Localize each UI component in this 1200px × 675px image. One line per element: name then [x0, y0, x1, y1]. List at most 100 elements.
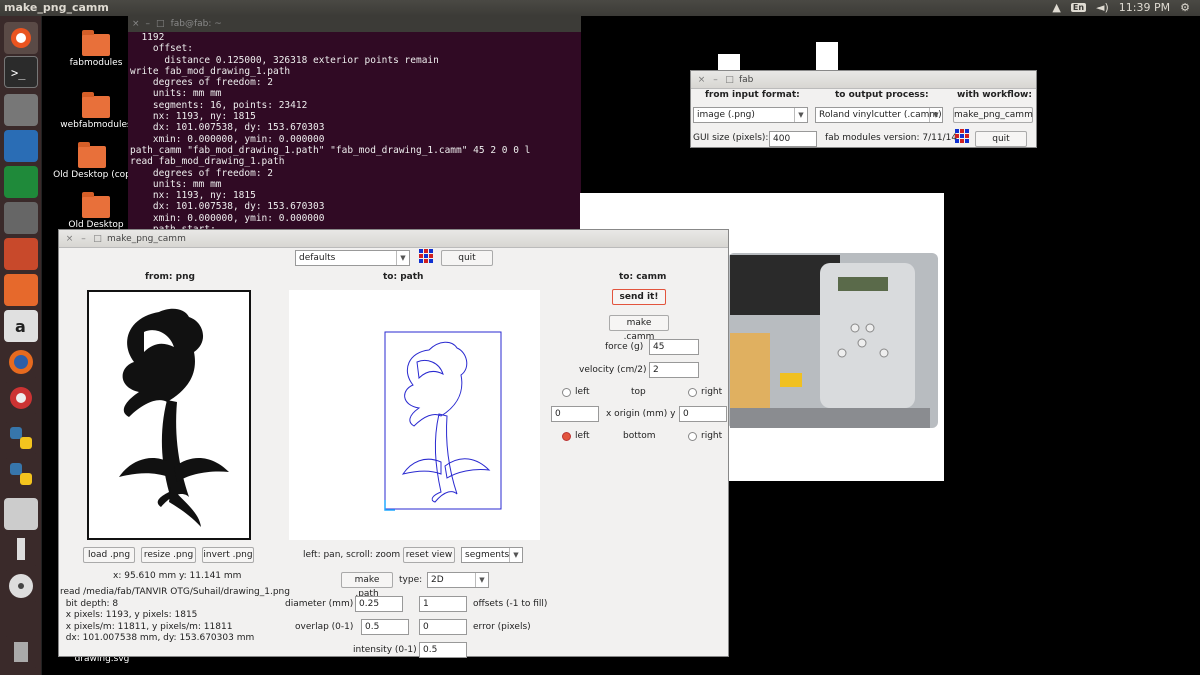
desktop-icon-old-desktop-copy[interactable]: Old Desktop (cop: [52, 142, 132, 180]
chevron-down-icon: ▼: [475, 573, 488, 587]
segments-select[interactable]: segments ▼: [461, 547, 523, 563]
send-it-button[interactable]: send it!: [612, 289, 666, 305]
gui-size-label: GUI size (pixels):: [693, 133, 769, 143]
gui-size-input[interactable]: 400: [769, 131, 817, 147]
maximize-icon[interactable]: □: [725, 75, 734, 85]
maximize-icon[interactable]: □: [93, 234, 102, 244]
minimize-icon[interactable]: –: [146, 19, 151, 29]
writer-icon[interactable]: [4, 130, 38, 162]
offsets-input[interactable]: 1: [419, 596, 467, 612]
keyboard-layout-badge[interactable]: En: [1070, 3, 1087, 12]
folder-icon: [82, 30, 110, 56]
cursor-coords: x: 95.610 mm y: 11.141 mm: [113, 571, 242, 581]
make-png-camm-window[interactable]: × – □ make_png_camm defaults ▼ quit from:…: [58, 229, 729, 658]
png-preview[interactable]: [87, 290, 251, 540]
to-camm-label: to: camm: [619, 272, 667, 282]
fab-logo-icon: [419, 249, 433, 263]
diameter-label: diameter (mm): [285, 599, 354, 609]
desktop-icon-old-desktop[interactable]: Old Desktop: [56, 192, 136, 230]
resize-png-button[interactable]: resize .png: [141, 547, 196, 563]
volume-icon[interactable]: ◄): [1096, 1, 1109, 14]
velocity-input[interactable]: 2: [649, 362, 699, 378]
settings-icon[interactable]: [4, 382, 38, 414]
x-origin-input[interactable]: 0: [551, 406, 599, 422]
folder-icon: [82, 192, 110, 218]
chevron-down-icon: ▼: [509, 548, 522, 562]
firefox-icon[interactable]: [4, 346, 38, 378]
invert-png-button[interactable]: invert .png: [202, 547, 254, 563]
minimize-icon[interactable]: –: [711, 75, 720, 85]
minimize-icon[interactable]: –: [79, 234, 88, 244]
trash-icon[interactable]: [4, 636, 38, 668]
fab-quit-button[interactable]: quit: [975, 131, 1027, 147]
load-png-button[interactable]: load .png: [83, 547, 135, 563]
system-tray: ▲ En ◄) 11:39 PM ⚙: [1052, 1, 1190, 14]
from-png-label: from: png: [145, 272, 195, 282]
desktop-icon-webfabmodules[interactable]: webfabmodules: [56, 92, 136, 130]
reset-view-button[interactable]: reset view: [403, 547, 455, 563]
python-icon[interactable]: [4, 422, 38, 454]
ubuntu-dash-icon[interactable]: [4, 22, 38, 54]
path-preview[interactable]: [289, 290, 540, 540]
offsets-label: offsets (-1 to fill): [473, 599, 548, 609]
usb-icon[interactable]: [4, 534, 38, 566]
origin-bottom-left-radio[interactable]: [562, 432, 571, 441]
close-icon[interactable]: ×: [65, 234, 74, 244]
overlap-input[interactable]: 0.5: [361, 619, 409, 635]
pan-hint: left: pan, scroll: zoom: [303, 550, 401, 560]
top-right-label: right: [701, 387, 723, 397]
close-icon[interactable]: ×: [697, 75, 706, 85]
output-process-select[interactable]: Roland vinylcutter (.camm) ▼: [815, 107, 943, 123]
input-format-select[interactable]: image (.png) ▼: [693, 107, 808, 123]
to-process-label: to output process:: [835, 90, 929, 100]
maximize-icon[interactable]: □: [156, 19, 165, 29]
terminal-output: 1192 offset: distance 0.125000, 326318 e…: [130, 32, 531, 234]
bottom-label: bottom: [623, 431, 656, 441]
force-input[interactable]: 45: [649, 339, 699, 355]
files-icon[interactable]: [4, 94, 38, 126]
amazon-icon[interactable]: a: [4, 310, 38, 342]
y-origin-input[interactable]: 0: [679, 406, 727, 422]
folder-icon: [78, 142, 106, 168]
chevron-down-icon: ▼: [396, 251, 409, 265]
drive-icon[interactable]: [4, 498, 38, 530]
python-icon-2[interactable]: [4, 458, 38, 490]
make-path-button[interactable]: make .path: [341, 572, 393, 599]
force-label: force (g): [605, 342, 644, 352]
type-select[interactable]: 2D ▼: [427, 572, 489, 588]
diameter-input[interactable]: 0.25: [355, 596, 403, 612]
top-panel: make_png_camm ▲ En ◄) 11:39 PM ⚙: [0, 0, 1200, 16]
clock[interactable]: 11:39 PM: [1119, 1, 1170, 14]
fab-logo-icon: [955, 129, 969, 143]
error-input[interactable]: 0: [419, 619, 467, 635]
calc-icon[interactable]: [4, 166, 38, 198]
main-title: make_png_camm: [107, 233, 186, 244]
launcher: >_ a: [0, 16, 42, 675]
impress-icon[interactable]: [4, 238, 38, 270]
defaults-select[interactable]: defaults ▼: [295, 250, 410, 266]
fab-title: fab: [739, 74, 754, 85]
file-icon[interactable]: [816, 42, 838, 72]
terminal-titlebar: × – □ fab@fab: ~: [128, 16, 581, 32]
close-icon[interactable]: ×: [132, 19, 140, 29]
fab-launcher-window[interactable]: × – □ fab from input format: to output p…: [690, 70, 1037, 148]
gear-icon[interactable]: ⚙: [1180, 1, 1190, 14]
active-window-title: make_png_camm: [4, 1, 109, 14]
terminal-icon[interactable]: >_: [4, 56, 38, 88]
quit-button[interactable]: quit: [441, 250, 493, 266]
overlap-label: overlap (0-1): [295, 622, 354, 632]
from-format-label: from input format:: [705, 90, 800, 100]
software-center-icon[interactable]: [4, 274, 38, 306]
make-camm-button[interactable]: make .camm: [609, 315, 669, 342]
workspace-icon[interactable]: [4, 202, 38, 234]
network-icon[interactable]: ▲: [1052, 1, 1060, 14]
origin-top-left-radio[interactable]: [562, 388, 571, 397]
origin-top-right-radio[interactable]: [688, 388, 697, 397]
desktop-icon-fabmodules[interactable]: fabmodules: [56, 30, 136, 68]
disc-icon[interactable]: [4, 570, 38, 602]
version-label: fab modules version: 7/11/14: [825, 133, 958, 143]
origin-bottom-right-radio[interactable]: [688, 432, 697, 441]
intensity-input[interactable]: 0.5: [419, 642, 467, 658]
workflow-button[interactable]: make_png_camm: [953, 107, 1033, 123]
terminal-window[interactable]: × – □ fab@fab: ~ 1192 offset: distance 0…: [128, 16, 581, 234]
